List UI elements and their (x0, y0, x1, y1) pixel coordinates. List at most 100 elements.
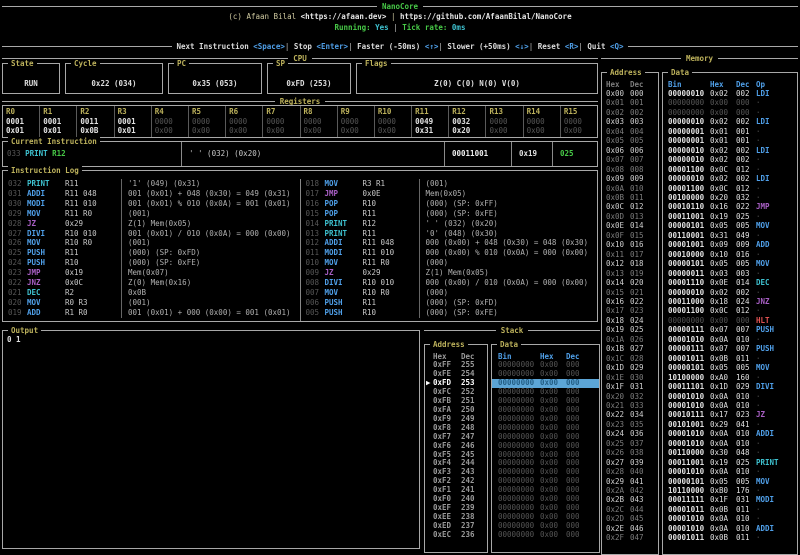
memory-value-hex: 0x01 (710, 127, 736, 136)
instruction-hex: 0x19 (512, 149, 552, 159)
memory-value-dec: 010 (736, 392, 756, 401)
memory-value-dec: 007 (736, 325, 756, 334)
log-mnemonic: JZ (325, 268, 363, 278)
log-cycle-number: 030 (3, 199, 27, 209)
log-description: (000) (420, 258, 598, 268)
memory-address-row: 0x0D 013 (602, 212, 658, 221)
memory-opcode: MOV (756, 477, 797, 486)
running-value: Yes (375, 23, 389, 32)
menu-item[interactable]: Next Instruction <Space> (176, 42, 284, 52)
register-hex-value: 0x00 (564, 126, 597, 136)
memory-value-dec: 012 (736, 184, 756, 193)
menu-item[interactable]: Faster (-50ms) <↑> (348, 42, 438, 52)
memory-value-dec: 048 (736, 448, 756, 457)
memory-value-dec: 176 (736, 486, 756, 495)
register-dec-value: 0001 (118, 117, 151, 127)
memory-value-hex: 0x10 (710, 250, 736, 259)
app-title: NanoCore (382, 2, 418, 12)
memory-value-hex: 0x00 (710, 108, 736, 117)
log-operands: R10 R0 (363, 288, 419, 298)
log-cycle-number: 005 (301, 308, 325, 318)
memory-address-dec: 028 (630, 354, 652, 363)
memory-opcode: · (756, 184, 797, 193)
register-cell: R5 0000 0x00 (189, 106, 226, 137)
menu-item[interactable]: Stop <Enter> (285, 42, 348, 52)
memory-address-dec: 001 (630, 98, 652, 107)
memory-value-dec: 005 (736, 477, 756, 486)
credit-separator: | (391, 12, 396, 21)
flags-box: Flags Z(0) C(0) N(0) V(0) (356, 63, 598, 94)
stack-address-title: Address (430, 340, 468, 350)
memory-data-row: 00011001 0x19 025 · (663, 212, 797, 221)
cpu-status-row: State RUN Cycle 0x22 (034) PC 0x35 (053)… (2, 63, 598, 94)
memory-address-row: 0x0C 012 (602, 202, 658, 211)
log-cycle-number: 028 (3, 219, 27, 229)
memory-value-hex: 0x0B (710, 354, 736, 363)
rule-line (528, 330, 600, 331)
memory-address-dec: 040 (630, 467, 652, 476)
memory-address-dec: 000 (630, 89, 652, 98)
register-cell: R4 0000 0x00 (152, 106, 189, 137)
register-name: R6 (229, 107, 262, 117)
memory-value-dec: 011 (736, 505, 756, 514)
memory-address-dec: 037 (630, 439, 652, 448)
menu-item[interactable]: Reset <R> (529, 42, 579, 52)
memory-data-row: 00000000 0x00 000 · (663, 108, 797, 117)
memory-address-box: Address Hex Dec 0x00 000 0x01 001 0x0 (601, 72, 659, 555)
memory-value-dec: 011 (736, 533, 756, 542)
memory-address-dec: 036 (630, 429, 652, 438)
log-description: (000) (SP: 0xFE) (420, 209, 598, 219)
github-link[interactable]: https://github.com/AfaanBilal/NanoCore (400, 12, 572, 21)
stack-pointer-marker-icon (425, 531, 433, 540)
memory-address-hex: 0x24 (602, 429, 630, 438)
memory-value-dec: 002 (736, 146, 756, 155)
menu-item[interactable]: Slower (+50ms) <↓> (438, 42, 528, 52)
log-row: 015 POP R11 (000) (SP: 0xFE) (301, 209, 598, 219)
memory-value-hex: 0x0A (710, 439, 736, 448)
memory-data-row: 00000000 0x00 000 · (663, 98, 797, 107)
memory-value-bin: 00010110 (668, 202, 710, 211)
log-row: 030 MODI R11 010 001 (0x01) % 010 (0x0A)… (3, 199, 300, 209)
memory-address-hex: 0x10 (602, 240, 630, 249)
menu-item[interactable]: Quit <Q> (578, 42, 623, 52)
author-site-link[interactable]: <https://afaan.dev> (301, 12, 387, 21)
register-hex-value: 0x01 (6, 126, 39, 136)
memory-data-row: 00000101 0x05 005 MOV (663, 363, 797, 372)
register-name: R0 (6, 107, 39, 117)
log-description: 001 (0x01) + 000 (0x00) = 001 (0x01) (122, 308, 300, 318)
log-row: 012 ADDI R11 048 000 (0x00) + 048 (0x30)… (301, 238, 598, 248)
register-name: R13 (489, 107, 522, 117)
col-hex: Hex (602, 80, 630, 90)
memory-opcode: · (756, 401, 797, 410)
log-operands: R1 R0 (65, 308, 121, 318)
memory-opcode: · (756, 448, 797, 457)
memory-value-hex: 0x0C (710, 306, 736, 315)
memory-value-bin: 00000101 (668, 477, 710, 486)
log-mnemonic: PUSH (27, 248, 65, 258)
memory-value-bin: 00100000 (668, 193, 710, 202)
memory-value-dec: 010 (736, 524, 756, 533)
memory-opcode: · (756, 514, 797, 523)
log-cycle-number: 031 (3, 189, 27, 199)
log-operands: R11 (65, 248, 121, 258)
memory-value-dec: 005 (736, 259, 756, 268)
stack-address-dec: 236 (461, 531, 483, 540)
sp-label: SP (273, 59, 288, 69)
log-operands: R11 010 (363, 248, 419, 258)
memory-address-row: 0x01 001 (602, 98, 658, 107)
memory-address-dec: 016 (630, 240, 652, 249)
memory-value-hex: 0x02 (710, 117, 736, 126)
memory-address-hex: 0x0E (602, 221, 630, 230)
log-row: 016 POP R10 (000) (SP: 0xFF) (301, 199, 598, 209)
rule-line (628, 46, 798, 47)
log-cycle-number: 024 (3, 258, 27, 268)
memory-value-bin: 00001110 (668, 278, 710, 287)
log-row: 025 PUSH R11 (000) (SP: 0xFD) (3, 248, 300, 258)
memory-address-dec: 011 (630, 193, 652, 202)
register-cell: R6 0000 0x00 (226, 106, 263, 137)
memory-address-row: 0x05 005 (602, 136, 658, 145)
memory-value-hex: 0x0A (710, 467, 736, 476)
memory-address-hex: 0x0A (602, 184, 630, 193)
log-operands: R11 (363, 298, 419, 308)
memory-address-row: 0x2F 047 (602, 533, 658, 542)
